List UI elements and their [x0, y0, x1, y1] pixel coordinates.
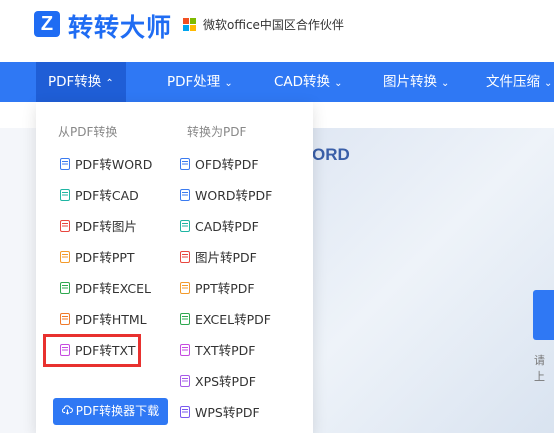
file-icon [180, 251, 190, 263]
menu-item-pdf-to-word[interactable]: PDF转WORD [60, 155, 152, 175]
file-icon [180, 220, 190, 232]
site-header: Z 转转大师 微软office中国区合作伙伴 [0, 0, 554, 62]
chevron-down-icon: ⌄ [544, 78, 553, 89]
menu-item-label: PDF转CAD [75, 188, 139, 203]
menu-item-ofd-to-pdf[interactable]: OFD转PDF [180, 155, 259, 175]
main-nav: PDF转换 ⌃ PDF处理 ⌄ CAD转换 ⌄ 图片转换 ⌄ 文件压缩 ⌄ [0, 62, 554, 102]
menu-item-pdf-to-excel[interactable]: PDF转EXCEL [60, 279, 151, 299]
menu-item-label: WORD转PDF [195, 188, 273, 203]
menu-item-label: XPS转PDF [195, 374, 256, 389]
nav-label: 文件压缩 [486, 74, 540, 90]
menu-item-label: 图片转PDF [195, 250, 257, 265]
menu-item-word-to-pdf[interactable]: WORD转PDF [180, 186, 272, 206]
menu-item-ppt-to-pdf[interactable]: PPT转PDF [180, 279, 255, 299]
hero-title: ORD [312, 145, 350, 164]
microsoft-logo-icon [183, 18, 197, 32]
file-icon [180, 375, 190, 387]
file-icon [180, 282, 190, 294]
menu-item-pdf-to-image[interactable]: PDF转图片 [60, 217, 137, 237]
nav-pdf-process[interactable]: PDF处理 ⌄ [167, 62, 233, 102]
upload-button[interactable] [533, 290, 554, 340]
file-icon [180, 344, 190, 356]
upload-hint: 请上 [534, 354, 545, 383]
file-icon [60, 313, 70, 325]
file-icon [180, 406, 190, 418]
brand-name[interactable]: 转转大师 [68, 8, 172, 44]
to-pdf-heading: 转换为PDF [187, 125, 247, 139]
cloud-download-icon [61, 398, 73, 425]
nav-file-compress[interactable]: 文件压缩 ⌄ [486, 62, 552, 102]
nav-cad-convert[interactable]: CAD转换 ⌄ [274, 62, 342, 102]
nav-pdf-convert[interactable]: PDF转换 ⌃ [36, 62, 126, 102]
menu-item-xps-to-pdf[interactable]: XPS转PDF [180, 372, 256, 392]
chevron-down-icon: ⌄ [224, 78, 233, 89]
nav-label: PDF转换 [48, 74, 102, 90]
menu-item-excel-to-pdf[interactable]: EXCEL转PDF [180, 310, 271, 330]
file-icon [60, 251, 70, 263]
chevron-up-icon: ⌃ [105, 78, 114, 89]
brand-logo-icon[interactable]: Z [34, 11, 60, 37]
file-icon [180, 313, 190, 325]
menu-item-label: PDF转WORD [75, 157, 153, 172]
download-button-label: PDF转换器下载 [75, 404, 160, 418]
menu-item-label: PDF转PPT [75, 250, 135, 265]
highlight-box [43, 334, 141, 367]
menu-item-label: PPT转PDF [195, 281, 255, 296]
menu-item-label: WPS转PDF [195, 405, 260, 420]
menu-item-wps-to-pdf[interactable]: WPS转PDF [180, 403, 260, 423]
hero-banner [300, 128, 554, 433]
file-icon [180, 189, 190, 201]
menu-item-label: PDF转EXCEL [75, 281, 151, 296]
file-icon [60, 189, 70, 201]
menu-item-label: CAD转PDF [195, 219, 259, 234]
file-icon [180, 158, 190, 170]
menu-item-image-to-pdf[interactable]: 图片转PDF [180, 248, 257, 268]
menu-item-label: PDF转图片 [75, 219, 137, 234]
download-converter-button[interactable]: PDF转换器下载 [53, 398, 168, 425]
file-icon [60, 220, 70, 232]
nav-image-convert[interactable]: 图片转换 ⌄ [383, 62, 449, 102]
chevron-down-icon: ⌄ [334, 78, 343, 89]
page-background-left [0, 128, 36, 433]
menu-item-txt-to-pdf[interactable]: TXT转PDF [180, 341, 255, 361]
nav-label: CAD转换 [274, 74, 331, 90]
nav-label: PDF处理 [167, 74, 221, 90]
menu-item-label: PDF转HTML [75, 312, 147, 327]
menu-item-cad-to-pdf[interactable]: CAD转PDF [180, 217, 259, 237]
partner-text: 微软office中国区合作伙伴 [203, 18, 344, 32]
nav-label: 图片转换 [383, 74, 437, 90]
file-icon [60, 282, 70, 294]
menu-item-label: EXCEL转PDF [195, 312, 271, 327]
from-pdf-heading: 从PDF转换 [58, 125, 118, 139]
chevron-down-icon: ⌄ [441, 78, 450, 89]
file-icon [60, 158, 70, 170]
menu-item-label: OFD转PDF [195, 157, 259, 172]
menu-item-label: TXT转PDF [195, 343, 256, 358]
menu-item-pdf-to-ppt[interactable]: PDF转PPT [60, 248, 135, 268]
menu-item-pdf-to-html[interactable]: PDF转HTML [60, 310, 147, 330]
menu-item-pdf-to-cad[interactable]: PDF转CAD [60, 186, 139, 206]
